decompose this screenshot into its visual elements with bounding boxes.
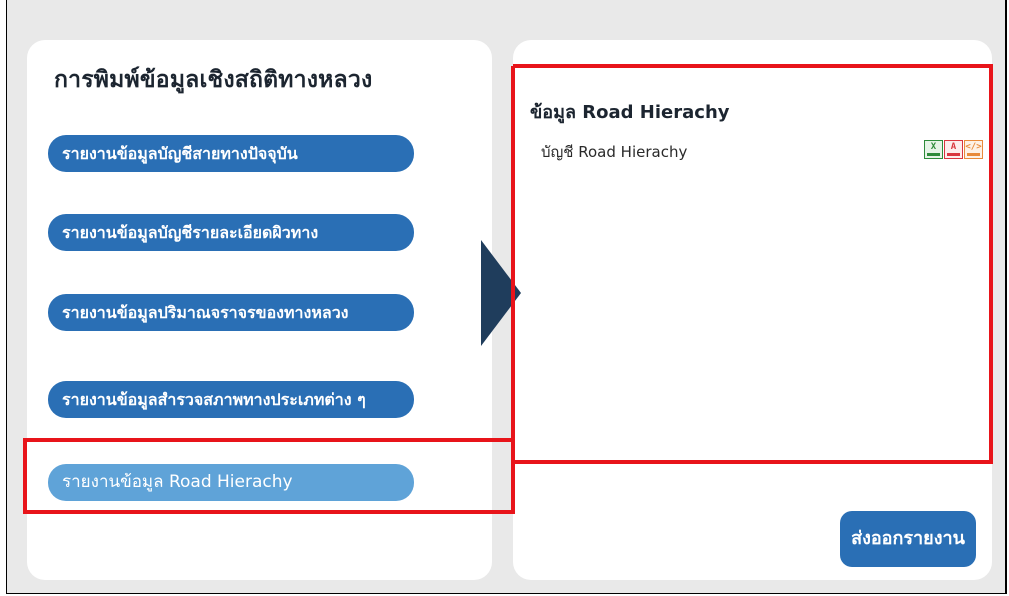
detail-title: ข้อมูล Road Hierachy bbox=[530, 102, 730, 123]
menu-item-surface-detail[interactable]: รายงานข้อมูลบัญชีรายละเอียดผิวทาง bbox=[48, 214, 414, 251]
menu-item-road-condition-survey[interactable]: รายงานข้อมูลสำรวจสภาพทางประเภทต่าง ๆ bbox=[48, 381, 414, 418]
menu-item-road-hierarchy[interactable]: รายงานข้อมูล Road Hierachy bbox=[48, 464, 414, 501]
selection-arrow-icon bbox=[481, 240, 521, 346]
pdf-icon[interactable]: A bbox=[944, 140, 963, 159]
file-format-icons: X A </> bbox=[924, 140, 983, 159]
report-row: บัญชี Road Hierachy X A </> bbox=[541, 140, 983, 162]
panel-title: การพิมพ์ข้อมูลเชิงสถิติทางหลวง bbox=[54, 67, 373, 93]
export-report-button[interactable]: ส่งออกรายงาน bbox=[840, 511, 976, 567]
excel-icon[interactable]: X bbox=[924, 140, 943, 159]
html-icon[interactable]: </> bbox=[964, 140, 983, 159]
report-label: บัญชี Road Hierachy bbox=[541, 143, 688, 161]
menu-item-traffic-volume[interactable]: รายงานข้อมูลปริมาณจราจรของทางหลวง bbox=[48, 294, 414, 331]
menu-item-current-route-list[interactable]: รายงานข้อมูลบัญชีสายทางปัจจุบัน bbox=[48, 135, 414, 172]
